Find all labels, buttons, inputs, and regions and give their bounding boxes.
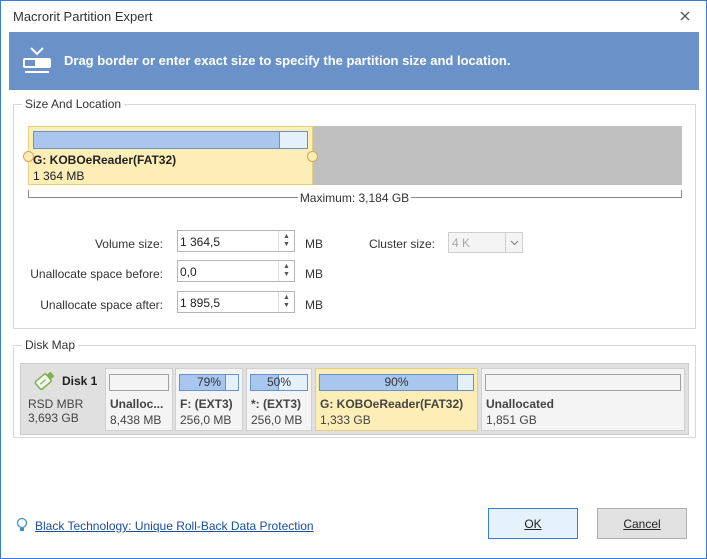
- spin-down-icon: ▼: [283, 271, 290, 278]
- close-button[interactable]: [674, 6, 696, 26]
- banner-text: Drag border or enter exact size to speci…: [64, 53, 511, 68]
- partition-resize-icon: [23, 47, 51, 73]
- partition-usage-label: 79%: [196, 375, 222, 389]
- disk-type: RSD MBR: [28, 397, 84, 411]
- partition-box-size: 256,0 MB: [180, 413, 232, 427]
- instruction-banner: Drag border or enter exact size to speci…: [9, 32, 699, 90]
- window-title: Macrorit Partition Expert: [13, 9, 153, 24]
- space-after-spinner[interactable]: ▲ ▼: [278, 292, 294, 312]
- dialog-window: Macrorit Partition Expert Drag border or…: [0, 0, 707, 559]
- cluster-size-value: 4 K: [452, 236, 471, 250]
- spin-up-icon: ▲: [283, 294, 290, 301]
- maximum-label: Maximum: 3,184 GB: [297, 191, 412, 205]
- spin-down-icon: ▼: [283, 241, 290, 248]
- size-location-legend: Size And Location: [25, 97, 122, 111]
- partition-usage-fill: [34, 132, 280, 148]
- partition-box-size: 1,851 GB: [486, 413, 537, 427]
- partition-box[interactable]: 79% F: (EXT3) 256,0 MB: [175, 368, 243, 431]
- ok-button[interactable]: OK: [488, 508, 578, 539]
- cluster-size-select[interactable]: 4 K: [448, 232, 523, 253]
- partition-usage-label: 50%: [266, 375, 292, 389]
- partition-bar: [109, 374, 169, 391]
- disk-map-legend: Disk Map: [25, 338, 76, 352]
- volume-size-value: 1 364,5: [180, 235, 221, 249]
- partition-bar: [485, 374, 681, 391]
- space-before-unit: MB: [305, 267, 323, 281]
- partition-box-name: *: (EXT3): [251, 397, 302, 411]
- volume-size-spinner[interactable]: ▲ ▼: [278, 231, 294, 251]
- partition-name: G: KOBOeReader(FAT32): [33, 153, 177, 167]
- partition-box-size: 8,438 MB: [110, 413, 162, 427]
- partition-bar: 90%: [319, 374, 474, 391]
- volume-size-unit: MB: [305, 237, 323, 251]
- space-after-label: Unallocate space after:: [40, 298, 163, 312]
- chevron-down-icon: [505, 233, 522, 252]
- title-bar: Macrorit Partition Expert: [1, 1, 706, 32]
- space-before-spinner[interactable]: ▲ ▼: [278, 261, 294, 281]
- partition-box-size: 1,333 GB: [320, 413, 371, 427]
- cancel-button[interactable]: Cancel: [597, 508, 687, 539]
- space-after-value: 1 895,5: [180, 296, 221, 310]
- partition-bar: 79%: [179, 374, 239, 391]
- partition-box[interactable]: Unalloc... 8,438 MB: [105, 368, 173, 431]
- space-before-value: 0,0: [180, 265, 197, 279]
- partition-box-name: Unallocated: [486, 397, 555, 411]
- right-resize-handle[interactable]: [307, 151, 318, 162]
- volume-size-label: Volume size:: [94, 237, 163, 251]
- partition-usage-bar: [33, 131, 308, 149]
- left-resize-handle[interactable]: [23, 151, 34, 162]
- spin-down-icon: ▼: [283, 302, 290, 309]
- close-icon: [680, 11, 690, 21]
- disk-info[interactable]: Disk 1 RSD MBR 3,693 GB: [21, 364, 105, 434]
- space-after-unit: MB: [305, 298, 323, 312]
- spin-up-icon: ▲: [283, 233, 290, 240]
- partition-box-size: 256,0 MB: [251, 413, 303, 427]
- partition-box-name: F: (EXT3): [180, 397, 233, 411]
- volume-size-input[interactable]: 1 364,5 ▲ ▼: [177, 230, 295, 252]
- cluster-size-label: Cluster size:: [368, 237, 435, 251]
- space-before-label: Unallocate space before:: [30, 267, 163, 281]
- space-before-input[interactable]: 0,0 ▲ ▼: [177, 260, 295, 282]
- resizable-partition-block[interactable]: G: KOBOeReader(FAT32) 1 364 MB: [28, 126, 313, 185]
- roll-back-protection-link[interactable]: Black Technology: Unique Roll-Back Data …: [35, 519, 314, 533]
- space-after-input[interactable]: 1 895,5 ▲ ▼: [177, 291, 295, 313]
- partition-box-name: G: KOBOeReader(FAT32): [320, 397, 464, 411]
- partition-box-selected[interactable]: 90% G: KOBOeReader(FAT32) 1,333 GB: [315, 368, 478, 431]
- partition-box[interactable]: Unallocated 1,851 GB: [481, 368, 685, 431]
- partition-size: 1 364 MB: [33, 169, 85, 183]
- spin-up-icon: ▲: [283, 263, 290, 270]
- partition-bar: 50%: [250, 374, 308, 391]
- lightbulb-icon: [16, 517, 28, 531]
- partition-box[interactable]: 50% *: (EXT3) 256,0 MB: [246, 368, 312, 431]
- partition-usage-label: 90%: [384, 375, 409, 389]
- usb-drive-icon: [34, 371, 55, 391]
- partition-box-name: Unalloc...: [110, 397, 164, 411]
- disk-map: Disk 1 RSD MBR 3,693 GB Unalloc... 8,438…: [20, 363, 689, 435]
- disk-size: 3,693 GB: [28, 411, 79, 425]
- disk-name: Disk 1: [62, 374, 98, 388]
